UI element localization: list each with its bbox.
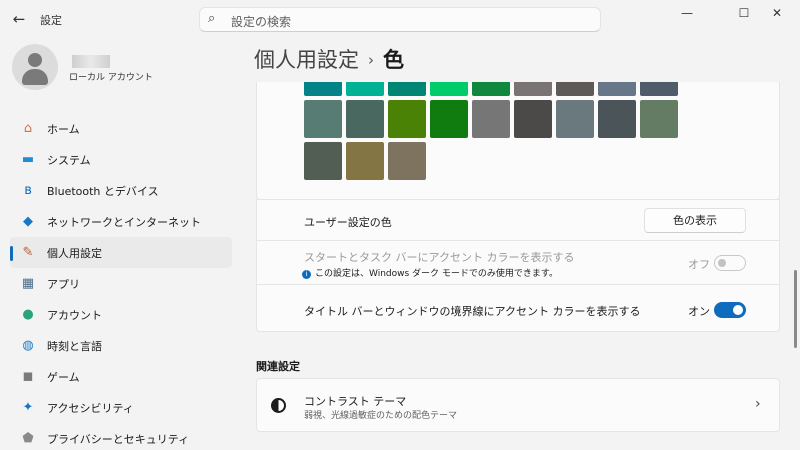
sidebar-item-label: 個人用設定 <box>47 247 102 260</box>
color-swatch[interactable] <box>388 82 426 96</box>
chevron-right-icon: › <box>755 396 761 412</box>
minimize-button[interactable]: — <box>664 0 710 28</box>
contrast-icon <box>271 398 286 413</box>
view-colors-button[interactable]: 色の表示 <box>644 208 746 233</box>
title-bar-toggle[interactable] <box>714 302 746 318</box>
avatar <box>12 44 58 90</box>
settings-content: ユーザー設定の色 色の表示 スタートとタスク バーにアクセント カラーを表示する… <box>256 82 781 450</box>
search-box[interactable]: ⌕ 設定の検索 <box>199 7 601 32</box>
sidebar-item-11[interactable]: ⬟ プライバシーとセキュリティ <box>10 423 232 450</box>
account-type: ローカル アカウント <box>69 73 153 83</box>
sidebar-item-label: 時刻と言語 <box>47 340 102 353</box>
color-swatch[interactable] <box>640 82 678 96</box>
start-taskbar-accent-label: スタートとタスク バーにアクセント カラーを表示する <box>304 251 575 264</box>
contrast-themes-title: コントラスト テーマ <box>304 395 407 408</box>
sidebar-nav: ⌂ ホーム ▬ システム ʙ Bluetooth とデバイス ◆ ネットワークとインターネット… <box>10 113 232 450</box>
color-swatch[interactable] <box>346 142 384 180</box>
apps-icon: ▦ <box>21 276 35 291</box>
shield-icon: ⬟ <box>22 431 34 446</box>
sidebar-item-2[interactable]: ▬ システム <box>10 144 232 175</box>
accent-color-palette <box>256 82 780 200</box>
globe-clock-icon: ◍ <box>22 338 34 353</box>
dark-mode-note-text: この設定は、Windows ダーク モードでのみ使用できます。 <box>315 269 558 279</box>
color-swatch[interactable] <box>556 82 594 96</box>
sidebar-item-label: アカウント <box>47 309 102 322</box>
accessibility-icon: ✦ <box>22 400 34 415</box>
monitor-icon: ▬ <box>21 152 35 167</box>
user-profile[interactable]: ローカル アカウント <box>12 44 232 100</box>
custom-color-label: ユーザー設定の色 <box>304 216 392 229</box>
color-swatch[interactable] <box>514 100 552 138</box>
breadcrumb-current: 色 <box>383 48 404 72</box>
color-swatch[interactable] <box>598 100 636 138</box>
brush-icon: ✎ <box>22 245 34 260</box>
color-swatch[interactable] <box>472 100 510 138</box>
color-swatch[interactable] <box>430 82 468 96</box>
active-indicator <box>10 246 13 261</box>
title-bar: ← 設定 ⌕ 設定の検索 — ☐ ✕ <box>0 0 800 40</box>
sidebar-item-label: アプリ <box>47 278 80 291</box>
sidebar-item-5[interactable]: ✎ 個人用設定 <box>10 237 232 268</box>
color-swatch[interactable] <box>346 82 384 96</box>
color-swatch[interactable] <box>430 100 468 138</box>
sidebar-item-label: システム <box>47 154 91 167</box>
info-icon: i <box>302 270 311 279</box>
contrast-themes-link[interactable]: コントラスト テーマ 弱視、光線過敏症のための配色テーマ › <box>256 378 780 432</box>
related-settings-heading: 関連設定 <box>256 360 300 373</box>
sidebar-item-label: ホーム <box>47 123 80 136</box>
sidebar-item-9[interactable]: ◼ ゲーム <box>10 361 232 392</box>
color-swatch[interactable] <box>514 82 552 96</box>
sidebar-item-6[interactable]: ▦ アプリ <box>10 268 232 299</box>
arrow-left-icon[interactable]: ← <box>8 8 30 30</box>
color-swatch[interactable] <box>304 100 342 138</box>
sidebar-item-label: ネットワークとインターネット <box>47 216 201 229</box>
breadcrumb-separator: › <box>368 51 374 69</box>
start-taskbar-toggle-state: オフ <box>688 258 710 271</box>
color-swatch[interactable] <box>640 100 678 138</box>
sidebar-item-10[interactable]: ✦ アクセシビリティ <box>10 392 232 423</box>
scrollbar[interactable] <box>794 270 797 348</box>
sidebar-item-label: Bluetooth とデバイス <box>47 185 159 198</box>
home-icon: ⌂ <box>23 121 33 136</box>
close-button[interactable]: ✕ <box>754 0 800 28</box>
title-bar-accent-row: タイトル バーとウィンドウの境界線にアクセント カラーを表示する オン <box>256 284 780 332</box>
sidebar-item-label: プライバシーとセキュリティ <box>47 433 190 446</box>
sidebar-item-1[interactable]: ⌂ ホーム <box>10 113 232 144</box>
color-swatch[interactable] <box>388 142 426 180</box>
title-bar-accent-label: タイトル バーとウィンドウの境界線にアクセント カラーを表示する <box>304 305 641 318</box>
sidebar-item-label: アクセシビリティ <box>47 402 134 415</box>
color-swatch[interactable] <box>598 82 636 96</box>
user-name-redacted <box>72 55 110 68</box>
color-swatch[interactable] <box>304 82 342 96</box>
search-input[interactable]: 設定の検索 <box>231 13 291 30</box>
custom-color-row: ユーザー設定の色 色の表示 <box>256 199 780 241</box>
dark-mode-note: i この設定は、Windows ダーク モードでのみ使用できます。 <box>302 266 558 279</box>
breadcrumb-personalization[interactable]: 個人用設定 <box>254 48 359 72</box>
page-title: 個人用設定 › 色 <box>254 44 404 74</box>
gamepad-icon: ◼ <box>22 369 34 384</box>
sidebar-item-label: ゲーム <box>47 371 80 384</box>
color-swatch[interactable] <box>556 100 594 138</box>
color-swatch[interactable] <box>346 100 384 138</box>
sidebar-item-7[interactable]: ● アカウント <box>10 299 232 330</box>
color-swatch[interactable] <box>388 100 426 138</box>
search-icon: ⌕ <box>208 11 216 26</box>
app-title: 設定 <box>40 14 62 27</box>
contrast-themes-description: 弱視、光線過敏症のための配色テーマ <box>304 411 458 421</box>
bluetooth-icon: ʙ <box>24 183 32 198</box>
wifi-icon: ◆ <box>23 214 33 229</box>
sidebar-item-4[interactable]: ◆ ネットワークとインターネット <box>10 206 232 237</box>
color-swatch[interactable] <box>304 142 342 180</box>
start-taskbar-toggle <box>714 255 746 271</box>
color-swatch[interactable] <box>472 82 510 96</box>
sidebar-item-3[interactable]: ʙ Bluetooth とデバイス <box>10 175 232 206</box>
sidebar-item-8[interactable]: ◍ 時刻と言語 <box>10 330 232 361</box>
start-taskbar-accent-row: スタートとタスク バーにアクセント カラーを表示する i この設定は、Window… <box>256 240 780 285</box>
title-bar-toggle-state: オン <box>688 305 710 318</box>
person-icon: ● <box>22 307 34 322</box>
